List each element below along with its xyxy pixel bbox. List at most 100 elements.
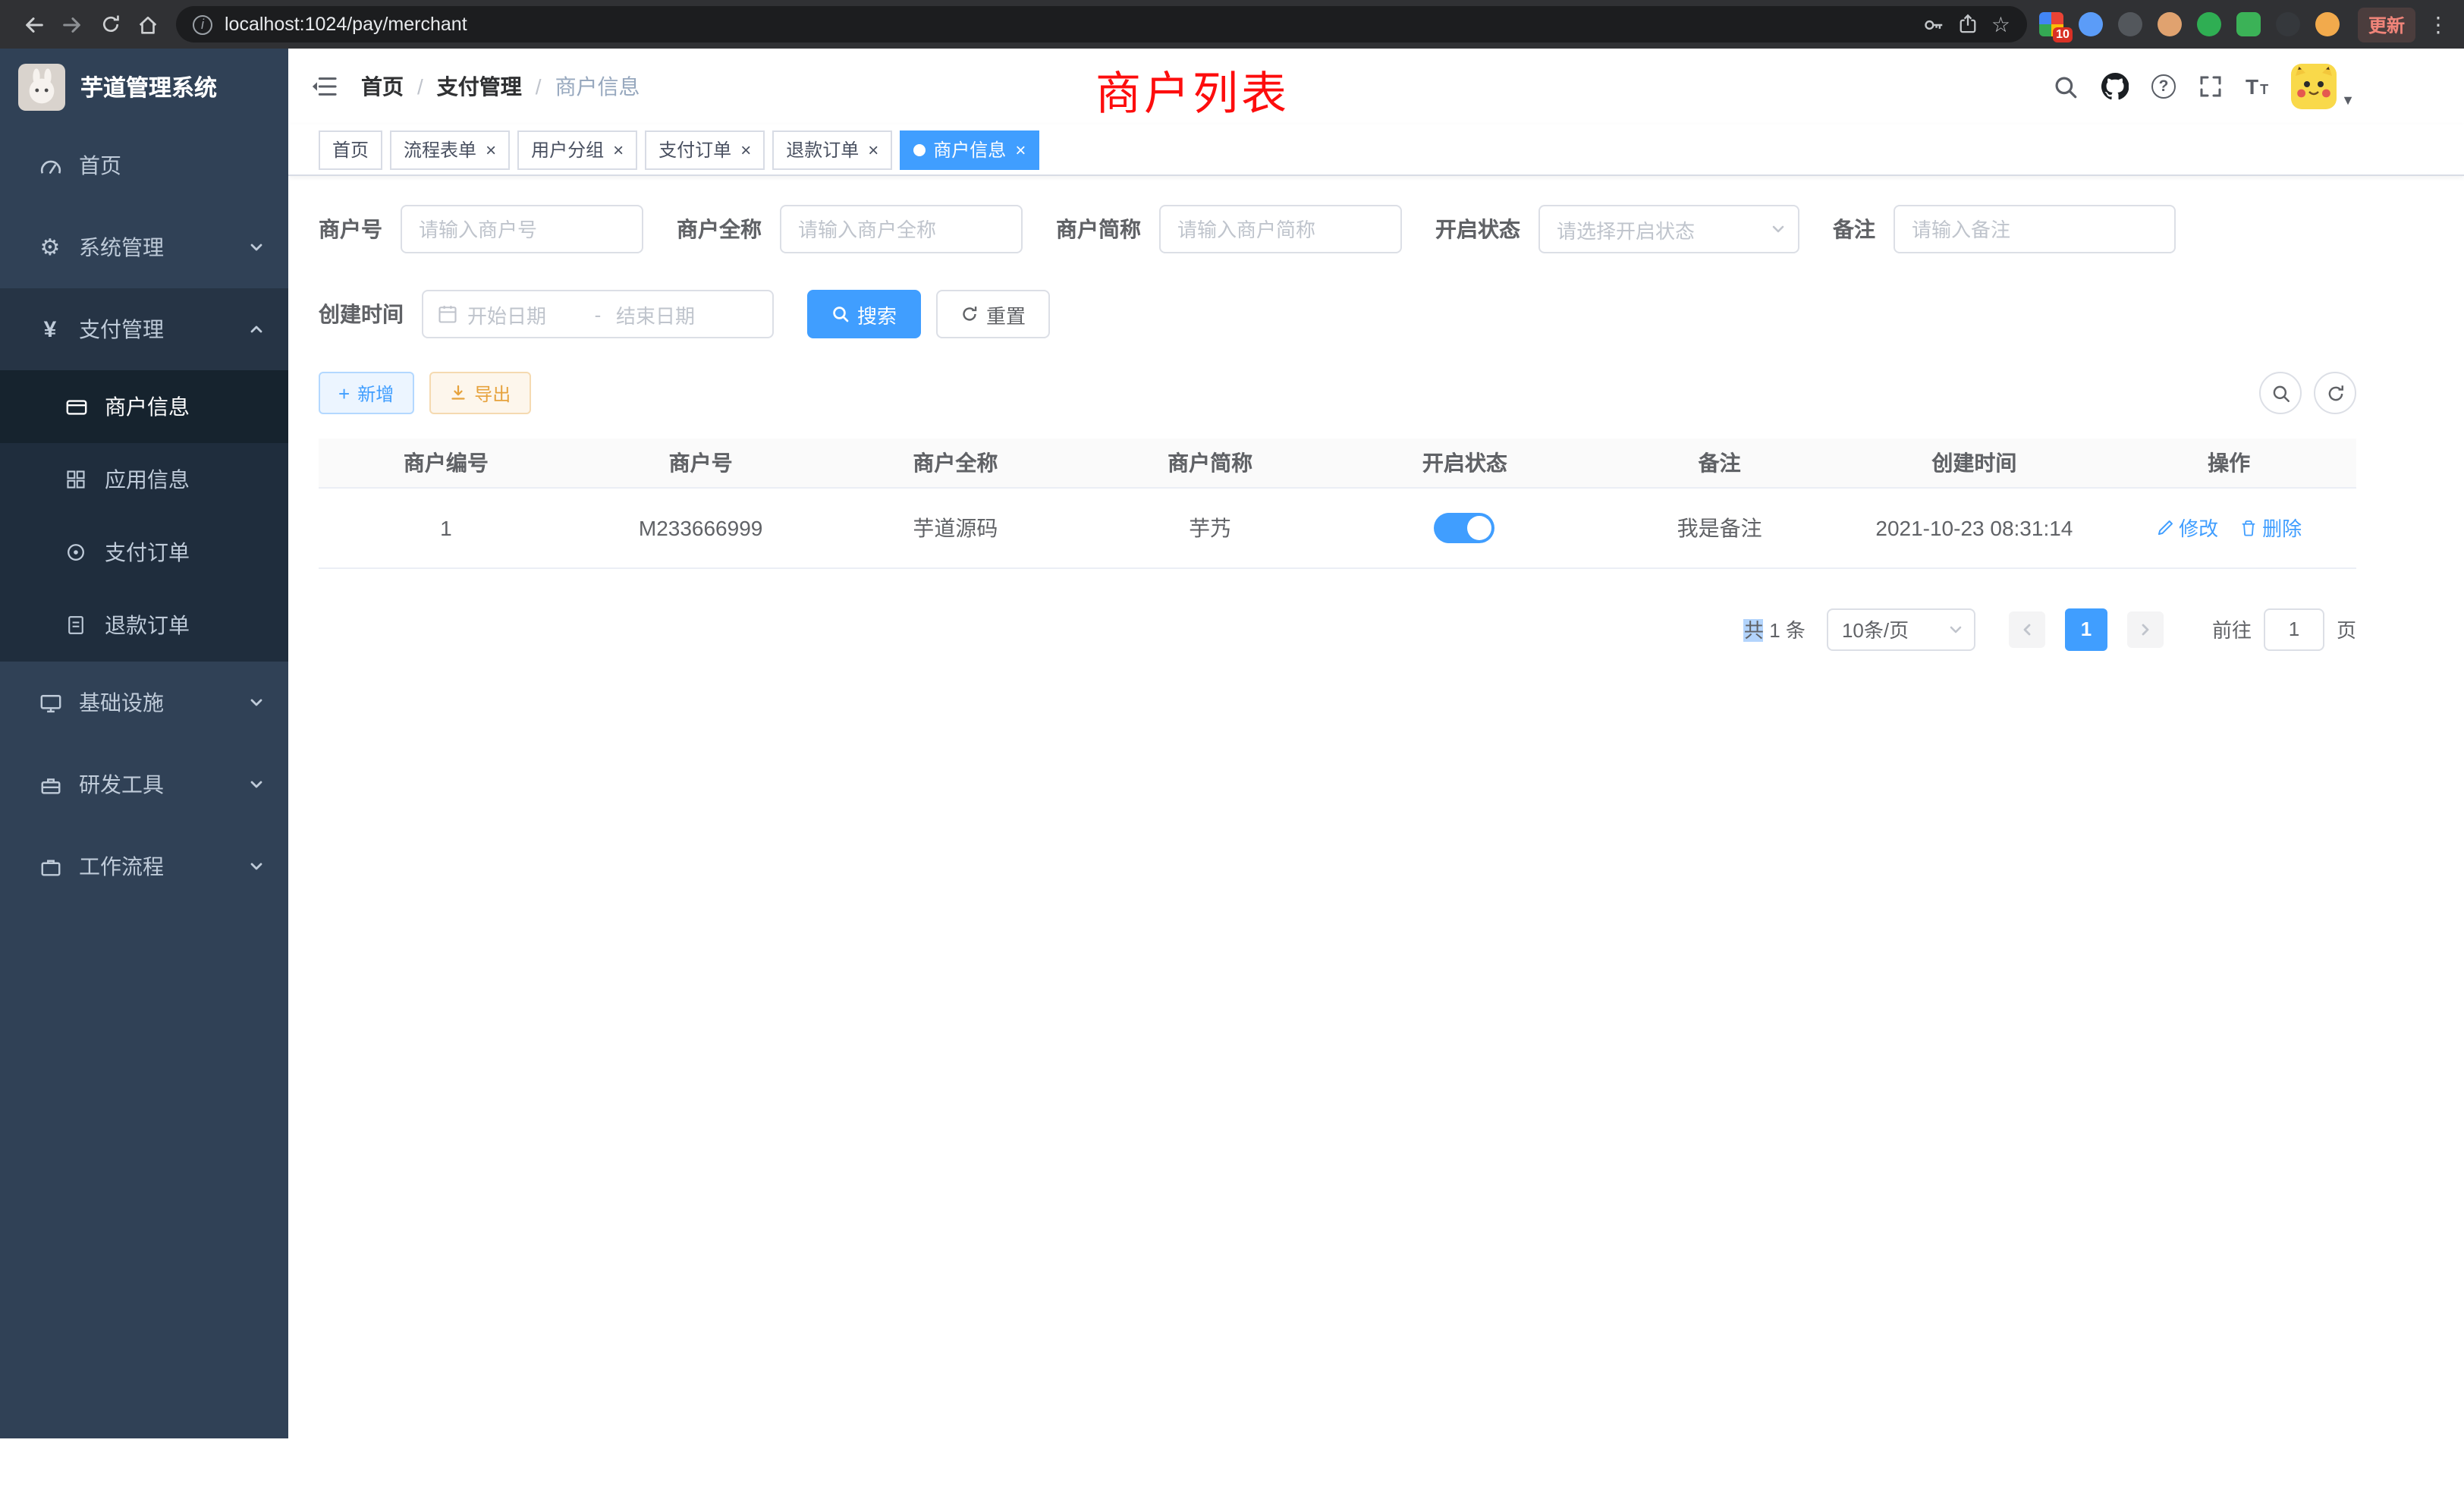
date-range-picker[interactable]: 开始日期 - 结束日期 xyxy=(422,290,774,338)
end-date-placeholder[interactable]: 结束日期 xyxy=(616,300,728,328)
fullscreen-icon[interactable] xyxy=(2198,74,2223,99)
toggle-search-button[interactable] xyxy=(2259,372,2302,414)
status-select[interactable]: 请选择开启状态 xyxy=(1538,205,1799,253)
browser-home-button[interactable] xyxy=(129,5,167,43)
site-info-icon[interactable]: i xyxy=(193,14,212,34)
sidebar-item-merchant-info[interactable]: 商户信息 xyxy=(0,370,288,443)
tab-merchant-info[interactable]: 商户信息× xyxy=(900,130,1039,169)
sidebar-item-pay-order[interactable]: 支付订单 xyxy=(0,516,288,589)
merchant-full-name-label: 商户全称 xyxy=(677,214,762,244)
forward-arrow-icon xyxy=(61,13,83,36)
sidebar-item-home[interactable]: 首页 xyxy=(0,124,288,206)
user-menu[interactable]: ▼ xyxy=(2291,64,2355,109)
sidebar-item-workflow[interactable]: 工作流程 xyxy=(0,825,288,907)
create-time-label: 创建时间 xyxy=(319,299,404,329)
add-button-label: 新增 xyxy=(357,380,394,406)
search-button[interactable]: 搜索 xyxy=(807,290,921,338)
close-icon[interactable]: × xyxy=(486,140,496,159)
target-icon xyxy=(58,542,94,563)
prev-page-button[interactable] xyxy=(2009,611,2045,647)
app-logo[interactable]: 芋道管理系统 xyxy=(0,49,288,124)
address-bar[interactable]: i localhost:1024/pay/merchant ☆ xyxy=(176,6,2027,42)
close-icon[interactable]: × xyxy=(613,140,624,159)
browser-forward-button[interactable] xyxy=(53,5,91,43)
goto-prefix: 前往 xyxy=(2212,615,2252,643)
pencil-icon xyxy=(2156,518,2174,536)
extension-icon[interactable] xyxy=(2118,12,2142,36)
next-page-button[interactable] xyxy=(2127,611,2164,647)
col-full-name: 商户全称 xyxy=(828,439,1083,487)
goto-page-input[interactable] xyxy=(2264,608,2324,650)
browser-update-button[interactable]: 更新 xyxy=(2358,7,2415,42)
close-icon[interactable]: × xyxy=(740,140,751,159)
help-icon[interactable]: ? xyxy=(2151,74,2176,99)
browser-back-button[interactable] xyxy=(15,5,53,43)
browser-extensions: 10 xyxy=(2039,12,2340,36)
extension-icon[interactable] xyxy=(2079,12,2103,36)
current-page-button[interactable]: 1 xyxy=(2065,608,2107,650)
extension-icon[interactable] xyxy=(2276,12,2300,36)
tab-process-form[interactable]: 流程表单× xyxy=(390,130,510,169)
merchant-short-name-input[interactable] xyxy=(1159,205,1402,253)
github-icon[interactable] xyxy=(2101,73,2129,100)
reload-icon xyxy=(99,14,121,35)
col-create-time: 创建时间 xyxy=(1847,439,2102,487)
sidebar-item-system[interactable]: ⚙ 系统管理 xyxy=(0,206,288,288)
dashboard-icon xyxy=(32,154,68,177)
refresh-table-button[interactable] xyxy=(2314,372,2356,414)
page-size-select[interactable]: 10条/页 xyxy=(1827,608,1975,650)
navbar-actions: ? TT xyxy=(2053,64,2355,109)
cell-status xyxy=(1337,487,1592,567)
col-remark: 备注 xyxy=(1592,439,1847,487)
sidebar-item-infra[interactable]: 基础设施 xyxy=(0,662,288,743)
sidebar-item-payment[interactable]: ¥ 支付管理 xyxy=(0,288,288,370)
back-arrow-icon xyxy=(23,13,46,36)
tab-refund-order[interactable]: 退款订单× xyxy=(772,130,892,169)
add-button[interactable]: + 新增 xyxy=(319,372,413,414)
col-short-name: 商户简称 xyxy=(1083,439,1337,487)
pagination: 共 1 条 10条/页 1 xyxy=(319,608,2356,650)
document-icon xyxy=(58,615,94,636)
share-icon[interactable] xyxy=(1958,14,1979,35)
bookmark-star-icon[interactable]: ☆ xyxy=(1991,14,2010,35)
credit-card-icon xyxy=(58,395,94,418)
start-date-placeholder[interactable]: 开始日期 xyxy=(467,300,580,328)
extension-icon[interactable] xyxy=(2315,12,2340,36)
chevron-down-icon xyxy=(1948,621,1963,637)
close-icon[interactable]: × xyxy=(1015,140,1026,159)
merchant-full-name-input[interactable] xyxy=(780,205,1023,253)
url-text[interactable]: localhost:1024/pay/merchant xyxy=(225,14,467,35)
breadcrumb-home[interactable]: 首页 xyxy=(361,71,404,102)
breadcrumb-payment[interactable]: 支付管理 xyxy=(437,71,522,102)
export-button[interactable]: 导出 xyxy=(429,372,530,414)
delete-link[interactable]: 删除 xyxy=(2239,513,2302,542)
edit-link[interactable]: 修改 xyxy=(2156,513,2218,542)
sidebar-item-label: 应用信息 xyxy=(105,464,190,495)
password-key-icon[interactable] xyxy=(1923,13,1946,36)
extension-icon[interactable] xyxy=(2236,12,2261,36)
download-icon xyxy=(448,384,467,402)
extension-icon[interactable] xyxy=(2158,12,2182,36)
browser-menu-button[interactable]: ⋮ xyxy=(2428,11,2449,37)
browser-reload-button[interactable] xyxy=(91,5,129,43)
tab-pay-order[interactable]: 支付订单× xyxy=(645,130,765,169)
search-icon xyxy=(2271,383,2290,403)
tab-user-group[interactable]: 用户分组× xyxy=(517,130,637,169)
sidebar-item-app-info[interactable]: 应用信息 xyxy=(0,443,288,516)
close-icon[interactable]: × xyxy=(868,140,878,159)
sidebar-item-refund-order[interactable]: 退款订单 xyxy=(0,589,288,662)
font-size-icon[interactable]: TT xyxy=(2246,74,2268,99)
remark-input[interactable] xyxy=(1894,205,2176,253)
reset-button[interactable]: 重置 xyxy=(936,290,1050,338)
home-icon xyxy=(137,13,159,36)
pagination-total: 共 1 条 xyxy=(1744,615,1806,643)
remark-label: 备注 xyxy=(1833,214,1875,244)
tab-home[interactable]: 首页 xyxy=(319,130,382,169)
sidebar-collapse-button[interactable] xyxy=(311,76,346,97)
search-icon[interactable] xyxy=(2053,74,2079,99)
status-toggle[interactable] xyxy=(1435,512,1495,542)
extension-icon[interactable] xyxy=(2197,12,2221,36)
extension-icon[interactable]: 10 xyxy=(2039,12,2063,36)
sidebar-item-dev-tools[interactable]: 研发工具 xyxy=(0,743,288,825)
merchant-no-input[interactable] xyxy=(401,205,643,253)
